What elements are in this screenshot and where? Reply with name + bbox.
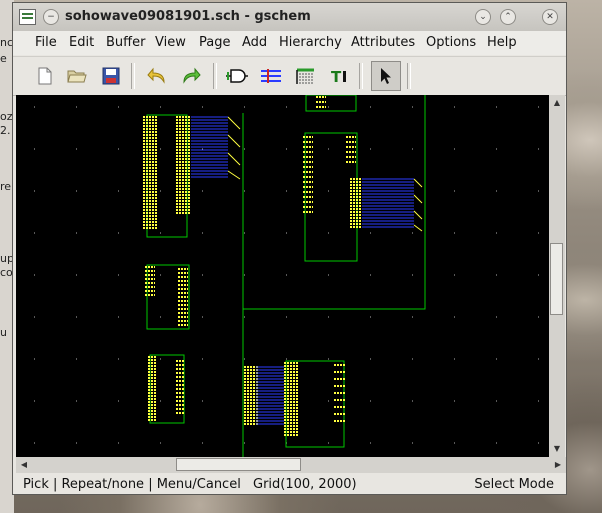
u6-bus-lines bbox=[256, 366, 284, 425]
component-u5 bbox=[305, 95, 357, 112]
svg-text:T: T bbox=[331, 68, 342, 85]
maximize-button[interactable]: ⌃ bbox=[500, 9, 516, 25]
scroll-right-arrow[interactable]: ▶ bbox=[550, 457, 566, 473]
menu-options[interactable]: Options bbox=[426, 35, 476, 50]
vertical-scroll-thumb[interactable] bbox=[550, 243, 563, 315]
horizontal-scrollbar[interactable]: ◀ ▶ bbox=[16, 457, 566, 473]
add-net-icon[interactable] bbox=[259, 64, 283, 88]
menu-bar: File Edit Buffer View Page Add Hierarchy… bbox=[13, 31, 566, 55]
vertical-scrollbar[interactable]: ▲ ▼ bbox=[549, 95, 565, 457]
grid-status: Grid(100, 2000) bbox=[253, 477, 357, 492]
window-menu-button[interactable]: − bbox=[43, 9, 59, 25]
menu-page[interactable]: Page bbox=[199, 35, 230, 50]
title-bar[interactable]: − sohowave09081901.sch - gschem ⌄ ⌃ ✕ bbox=[13, 3, 566, 32]
u4-bus-rippers bbox=[413, 178, 423, 232]
add-text-icon[interactable]: T bbox=[327, 64, 351, 88]
scroll-left-arrow[interactable]: ◀ bbox=[16, 457, 32, 473]
mouse-buttons-status: Pick | Repeat/none | Menu/Cancel bbox=[23, 477, 241, 492]
u4-pin-labels-right bbox=[346, 136, 356, 163]
u4-pin-labels-bus bbox=[350, 178, 362, 228]
mode-status: Select Mode bbox=[474, 477, 554, 492]
schematic-canvas[interactable] bbox=[16, 95, 549, 457]
toolbar-separator-4 bbox=[407, 63, 411, 89]
u1-bus-lines bbox=[191, 116, 228, 178]
close-button[interactable]: ✕ bbox=[542, 9, 558, 25]
toolbar-separator-3 bbox=[359, 63, 363, 89]
u1-pin-labels-right bbox=[176, 116, 190, 214]
bg-text-5: re bbox=[0, 180, 12, 193]
u3-pin-labels-right bbox=[176, 360, 184, 414]
toolbar: T bbox=[13, 56, 566, 96]
window-title: sohowave09081901.sch - gschem bbox=[65, 9, 311, 24]
menu-attributes[interactable]: Attributes bbox=[351, 35, 415, 50]
u4-bus-lines bbox=[362, 178, 414, 228]
shade-button[interactable]: ⌄ bbox=[475, 9, 491, 25]
scroll-down-arrow[interactable]: ▼ bbox=[549, 441, 565, 457]
bg-text-2: e bbox=[0, 52, 7, 65]
open-file-icon[interactable] bbox=[65, 64, 89, 88]
bg-text-4: 2. bbox=[0, 124, 11, 137]
horizontal-scroll-thumb[interactable] bbox=[176, 458, 301, 471]
bg-text-3: oz bbox=[0, 110, 13, 123]
schematic-drawing bbox=[34, 95, 539, 457]
menu-edit[interactable]: Edit bbox=[69, 35, 94, 50]
redo-icon[interactable] bbox=[179, 64, 203, 88]
add-component-icon[interactable] bbox=[225, 64, 249, 88]
bg-text-8: u bbox=[0, 326, 7, 339]
menu-add[interactable]: Add bbox=[242, 35, 267, 50]
new-file-icon[interactable] bbox=[33, 64, 57, 88]
bg-text-7: co bbox=[0, 266, 13, 279]
scroll-up-arrow[interactable]: ▲ bbox=[549, 95, 565, 111]
u1-pin-labels-left bbox=[143, 116, 157, 229]
arrow-pointer-icon bbox=[381, 68, 391, 84]
u1-bus-rippers bbox=[227, 116, 241, 180]
toolbar-separator-2 bbox=[213, 63, 217, 89]
status-bar: Pick | Repeat/none | Menu/Cancel Grid(10… bbox=[13, 475, 566, 494]
save-file-icon[interactable] bbox=[99, 64, 123, 88]
menu-buffer[interactable]: Buffer bbox=[106, 35, 145, 50]
menu-file[interactable]: File bbox=[35, 35, 57, 50]
undo-icon[interactable] bbox=[145, 64, 169, 88]
window-menu-icon[interactable] bbox=[19, 9, 36, 25]
u3-pin-labels-left bbox=[148, 356, 156, 421]
u6-pin-labels-left bbox=[244, 366, 258, 425]
menu-help[interactable]: Help bbox=[487, 35, 517, 50]
u5-pin-labels bbox=[316, 96, 326, 108]
u2-pin-labels-right bbox=[178, 268, 188, 326]
select-mode-button[interactable] bbox=[371, 61, 401, 91]
menu-view[interactable]: View bbox=[155, 35, 186, 50]
menu-hierarchy[interactable]: Hierarchy bbox=[279, 35, 342, 50]
add-bus-icon[interactable] bbox=[293, 64, 317, 88]
toolbar-separator-1 bbox=[131, 63, 135, 89]
gschem-window: − sohowave09081901.sch - gschem ⌄ ⌃ ✕ Fi… bbox=[12, 2, 567, 495]
